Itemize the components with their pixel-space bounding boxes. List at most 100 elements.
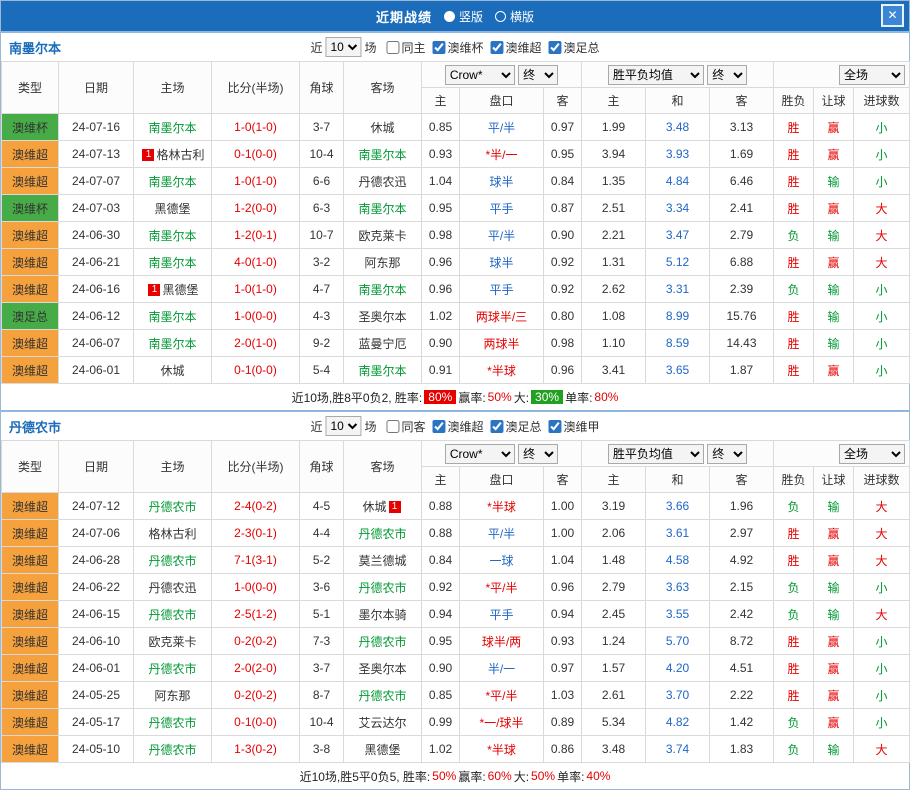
team-link[interactable]: 欧克莱卡 xyxy=(358,229,406,243)
team-link[interactable]: 南墨尔本 xyxy=(148,121,196,135)
summary-segment: 60% xyxy=(488,769,512,783)
team-link[interactable]: 南墨尔本 xyxy=(148,175,196,189)
team-link[interactable]: 休城 xyxy=(370,121,394,135)
team-link[interactable]: 黑德堡 xyxy=(154,202,190,216)
recent-count-select[interactable]: 10 xyxy=(325,37,361,57)
cell-result-handicap: 赢 xyxy=(814,655,854,682)
team-link[interactable]: 莫兰德城 xyxy=(358,554,406,568)
odds-time-select[interactable]: 终 xyxy=(707,444,747,464)
team-link[interactable]: 格林古利 xyxy=(148,527,196,541)
recent-count-select[interactable]: 10 xyxy=(325,416,361,436)
results-body: 澳维超24-07-12丹德农市2-4(0-2)4-5休城10.88*半球1.00… xyxy=(2,493,910,763)
filter-澳维杯[interactable]: 澳维杯 xyxy=(433,39,484,56)
team-link[interactable]: 休城 xyxy=(160,364,184,378)
team-link[interactable]: 墨尔本骑 xyxy=(358,608,406,622)
team-link[interactable]: 丹德农市 xyxy=(148,743,196,757)
team-link[interactable]: 黑德堡 xyxy=(364,743,400,757)
modal-titlebar: 近期战绩 竖版 横版 ✕ xyxy=(1,1,909,31)
cell-date: 24-06-07 xyxy=(59,330,134,357)
filter-checkbox[interactable] xyxy=(386,41,399,54)
cell-home-odds: 2.62 xyxy=(582,276,646,303)
layout-horizontal-radio[interactable]: 横版 xyxy=(495,8,534,25)
filter-澳维超[interactable]: 澳维超 xyxy=(491,39,542,56)
team-link[interactable]: 丹德农市 xyxy=(148,716,196,730)
layout-vertical-radio[interactable]: 竖版 xyxy=(444,8,483,25)
cell-home-water: 0.93 xyxy=(422,141,460,168)
avg-odds-select[interactable]: 胜平负均值 xyxy=(608,65,704,85)
handicap-group-header: Crow* 终 xyxy=(422,62,582,88)
match-row: 澳维超24-06-28丹德农市7-1(3-1)5-2莫兰德城0.84一球1.04… xyxy=(2,547,910,574)
team-section: 南墨尔本 近 10 场 同主澳维杯澳维超澳足总 类型 日期 主场 比分(半场 xyxy=(1,31,909,410)
match-row: 澳维超24-06-21南墨尔本4-0(1-0)3-2阿东那0.96球半0.921… xyxy=(2,249,910,276)
handicap-time-select[interactable]: 终 xyxy=(518,444,558,464)
team-link[interactable]: 阿东那 xyxy=(154,689,190,703)
odds-provider-select[interactable]: Crow* xyxy=(445,65,515,85)
team-link[interactable]: 丹德农市 xyxy=(148,554,196,568)
team-link[interactable]: 南墨尔本 xyxy=(148,337,196,351)
team-link[interactable]: 格林古利 xyxy=(156,148,204,162)
filter-澳维甲[interactable]: 澳维甲 xyxy=(549,418,600,435)
col-header-away-water: 客 xyxy=(544,467,582,493)
filter-checkbox[interactable] xyxy=(491,41,504,54)
team-link[interactable]: 阿东那 xyxy=(364,256,400,270)
cell-league: 澳维超 xyxy=(2,493,59,520)
cell-away-water: 0.84 xyxy=(544,168,582,195)
team-link[interactable]: 南墨尔本 xyxy=(148,229,196,243)
odds-provider-select[interactable]: Crow* xyxy=(445,444,515,464)
team-link[interactable]: 丹德农市 xyxy=(148,608,196,622)
odds-time-select[interactable]: 终 xyxy=(707,65,747,85)
cell-corner: 10-4 xyxy=(300,141,344,168)
cell-date: 24-06-21 xyxy=(59,249,134,276)
team-link[interactable]: 黑德堡 xyxy=(162,283,198,297)
match-row: 澳维超24-06-01丹德农市2-0(2-0)3-7圣奥尔本0.90半/一0.9… xyxy=(2,655,910,682)
filter-checkbox[interactable] xyxy=(433,420,446,433)
filter-checkbox[interactable] xyxy=(549,420,562,433)
team-link[interactable]: 休城 xyxy=(362,500,386,514)
team-link[interactable]: 丹德农市 xyxy=(358,689,406,703)
team-link[interactable]: 丹德农迅 xyxy=(358,175,406,189)
filter-checkbox[interactable] xyxy=(549,41,562,54)
team-link[interactable]: 南墨尔本 xyxy=(148,310,196,324)
team-link[interactable]: 丹德农市 xyxy=(358,527,406,541)
team-link[interactable]: 艾云达尔 xyxy=(358,716,406,730)
team-link[interactable]: 圣奥尔本 xyxy=(358,662,406,676)
cell-draw-odds: 3.48 xyxy=(646,114,710,141)
team-link[interactable]: 南墨尔本 xyxy=(358,148,406,162)
summary-segment: 赢率: xyxy=(458,768,485,785)
cell-corner: 10-7 xyxy=(300,222,344,249)
cell-result-handicap: 赢 xyxy=(814,195,854,222)
cell-handicap-line: 两球半/三 xyxy=(460,303,544,330)
team-link[interactable]: 丹德农市 xyxy=(148,662,196,676)
team-link[interactable]: 蓝曼宁厄 xyxy=(358,337,406,351)
scope-select[interactable]: 全场 xyxy=(839,444,905,464)
team-link[interactable]: 丹德农市 xyxy=(148,500,196,514)
filter-同客[interactable]: 同客 xyxy=(386,418,425,435)
cell-result-goals: 小 xyxy=(854,276,910,303)
team-link[interactable]: 丹德农迅 xyxy=(148,581,196,595)
close-button[interactable]: ✕ xyxy=(881,4,904,27)
filter-澳足总[interactable]: 澳足总 xyxy=(491,418,542,435)
team-link[interactable]: 圣奥尔本 xyxy=(358,310,406,324)
team-link[interactable]: 欧克莱卡 xyxy=(148,635,196,649)
avg-odds-select[interactable]: 胜平负均值 xyxy=(608,444,704,464)
filter-同主[interactable]: 同主 xyxy=(386,39,425,56)
filter-checkbox[interactable] xyxy=(491,420,504,433)
cell-result-wl: 胜 xyxy=(774,330,814,357)
handicap-time-select[interactable]: 终 xyxy=(518,65,558,85)
filter-澳足总[interactable]: 澳足总 xyxy=(549,39,600,56)
team-link[interactable]: 丹德农市 xyxy=(358,581,406,595)
team-link[interactable]: 南墨尔本 xyxy=(148,256,196,270)
filter-澳维超[interactable]: 澳维超 xyxy=(433,418,484,435)
cell-home-odds: 2.45 xyxy=(582,601,646,628)
team-link[interactable]: 南墨尔本 xyxy=(358,283,406,297)
cell-league: 澳维杯 xyxy=(2,114,59,141)
team-link[interactable]: 南墨尔本 xyxy=(358,202,406,216)
filter-checkbox[interactable] xyxy=(386,420,399,433)
team-link[interactable]: 南墨尔本 xyxy=(358,364,406,378)
filter-checkbox[interactable] xyxy=(433,41,446,54)
cell-corner: 5-1 xyxy=(300,601,344,628)
scope-select[interactable]: 全场 xyxy=(839,65,905,85)
cell-result-handicap: 输 xyxy=(814,601,854,628)
col-header-away: 客场 xyxy=(344,441,422,493)
team-link[interactable]: 丹德农市 xyxy=(358,635,406,649)
